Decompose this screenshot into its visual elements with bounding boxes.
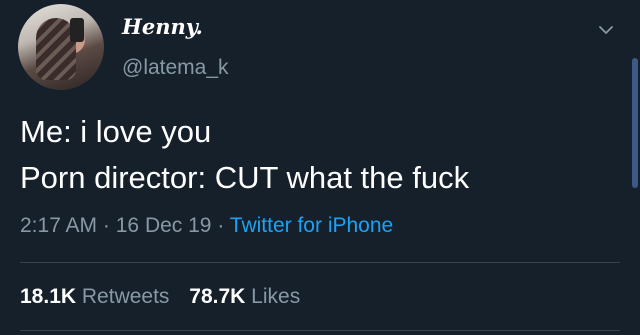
tweet-stats: 18.1K Retweets 78.7K Likes: [20, 285, 314, 309]
divider: [20, 330, 620, 331]
retweets-stat[interactable]: 18.1K Retweets: [20, 285, 175, 308]
avatar-phone: [70, 18, 84, 42]
tweet-date[interactable]: 16 Dec 19: [116, 214, 212, 237]
tweet-source-link[interactable]: Twitter for iPhone: [230, 214, 393, 237]
tweet-text-line-2: Porn director: CUT what the fuck: [20, 160, 470, 195]
tweet-card: Henny. @latema_k Me: i love you Porn dir…: [0, 0, 640, 335]
likes-count: 78.7K: [189, 285, 246, 308]
likes-label: Likes: [251, 285, 301, 308]
username-handle[interactable]: @latema_k: [122, 56, 229, 80]
retweets-label: Retweets: [81, 285, 170, 308]
chevron-down-icon[interactable]: [598, 22, 614, 38]
display-name[interactable]: Henny.: [122, 14, 203, 39]
tweet-meta: 2:17 AM · 16 Dec 19 · Twitter for iPhone: [20, 214, 393, 238]
divider: [20, 262, 620, 263]
meta-separator: ·: [102, 214, 110, 237]
tweet-text-line-1: Me: i love you: [20, 114, 212, 149]
meta-separator: ·: [217, 214, 225, 237]
tweet-time[interactable]: 2:17 AM: [20, 214, 97, 237]
retweets-count: 18.1K: [20, 285, 77, 308]
avatar[interactable]: [18, 4, 104, 90]
scrollbar[interactable]: [632, 58, 638, 188]
likes-stat[interactable]: 78.7K Likes: [189, 285, 300, 308]
